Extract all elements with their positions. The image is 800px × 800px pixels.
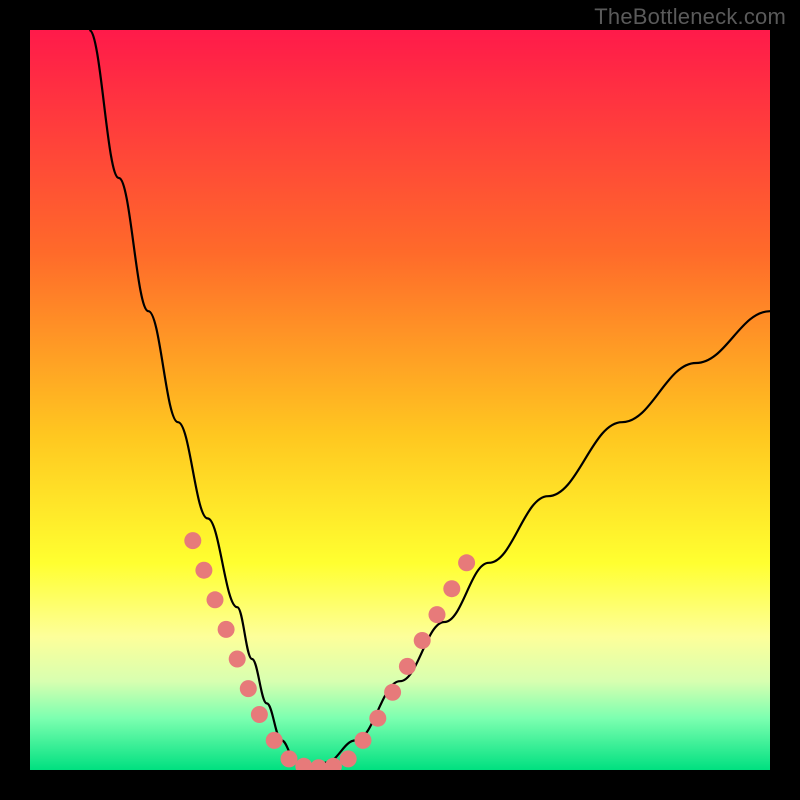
marker-dot xyxy=(369,710,386,727)
marker-dot xyxy=(458,554,475,571)
marker-dot xyxy=(340,750,357,767)
marker-dot xyxy=(195,562,212,579)
marker-dot xyxy=(251,706,268,723)
marker-dot xyxy=(429,606,446,623)
chart-frame xyxy=(30,30,770,770)
marker-dot xyxy=(443,580,460,597)
marker-dot xyxy=(184,532,201,549)
bottleneck-chart xyxy=(30,30,770,770)
marker-dot xyxy=(229,651,246,668)
marker-dot xyxy=(414,632,431,649)
marker-dot xyxy=(355,732,372,749)
marker-dot xyxy=(281,750,298,767)
marker-dot xyxy=(218,621,235,638)
gradient-background xyxy=(30,30,770,770)
watermark-text: TheBottleneck.com xyxy=(594,4,786,30)
marker-dot xyxy=(266,732,283,749)
marker-dot xyxy=(384,684,401,701)
marker-dot xyxy=(240,680,257,697)
marker-dot xyxy=(207,591,224,608)
marker-dot xyxy=(399,658,416,675)
